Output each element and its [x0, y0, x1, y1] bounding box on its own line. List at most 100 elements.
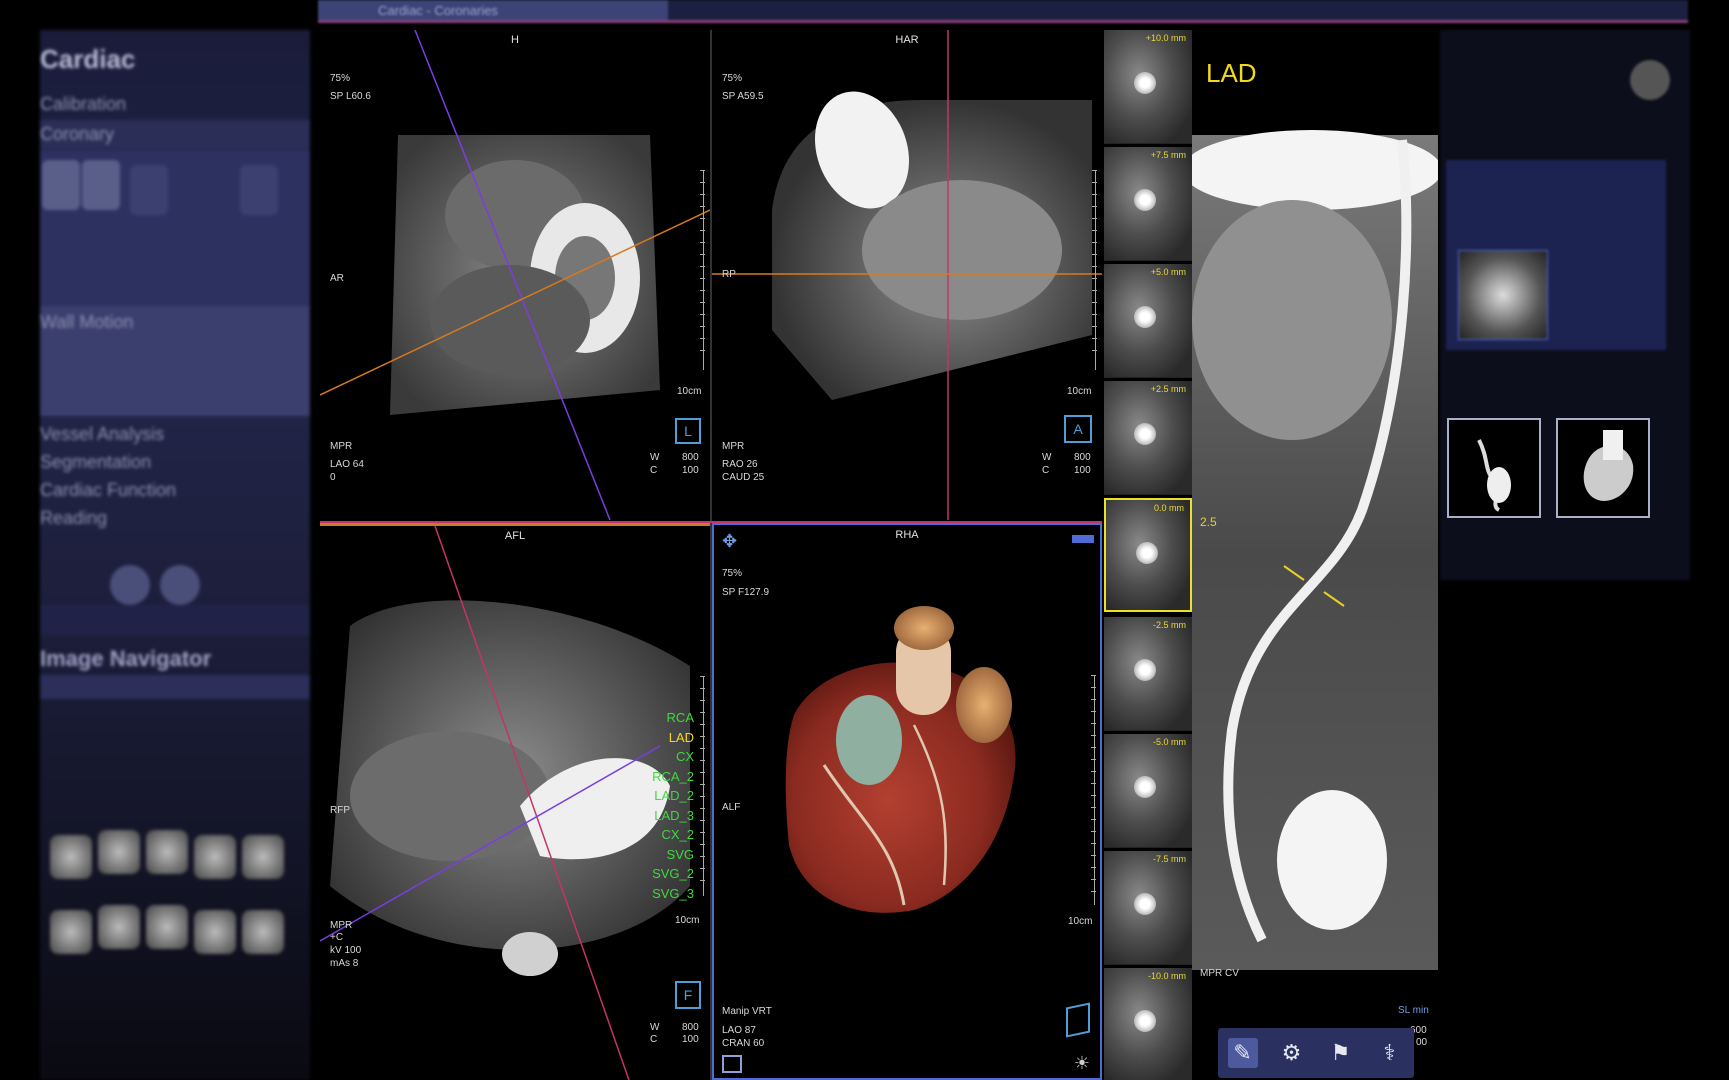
gear-icon[interactable]: ⚙	[1277, 1038, 1307, 1068]
row-coronary[interactable]: Coronary	[40, 120, 310, 149]
viewport-rha[interactable]: ✥ RHA 75% SP F127.9 ALF Manip VRT LAO 87…	[712, 523, 1102, 1080]
cross-section-slice[interactable]: +10.0 mm	[1104, 30, 1192, 144]
nav-thumb-1[interactable]	[50, 835, 92, 879]
rha-3d-render	[785, 606, 1016, 913]
vessel-lad-3[interactable]: LAD_3	[652, 806, 694, 826]
curved-mpr-viewport[interactable]: LAD 2.5 MPR CV SL min 600 00	[1192, 30, 1438, 1080]
vessel-rca[interactable]: RCA	[652, 708, 694, 728]
vessel-svg[interactable]: SVG	[652, 845, 694, 865]
nav-thumb-8[interactable]	[146, 905, 188, 949]
brightness-icon[interactable]: ☀	[1074, 1053, 1090, 1074]
har-angle1: RAO 26	[722, 459, 758, 470]
rha-orientation-left: ALF	[722, 802, 741, 813]
tab-coronaries[interactable]: Cardiac - Coronaries	[318, 0, 668, 22]
h-window-value: 800	[682, 452, 699, 463]
nav-thumb-2[interactable]	[98, 830, 140, 874]
viewport-har[interactable]: HAR 75% SP A59.5 RP MPR RAO 26 CAUD 25 W…	[712, 30, 1102, 520]
layers-icon[interactable]	[722, 1055, 742, 1073]
row-vessel-analysis[interactable]: Vessel Analysis	[40, 420, 310, 449]
rha-angle2: CRAN 60	[722, 1038, 765, 1049]
cross-section-slice[interactable]: -2.5 mm	[1104, 617, 1192, 731]
slice-offset: -2.5 mm	[1152, 620, 1186, 630]
vessel-list: RCA LAD CX RCA_2 LAD_2 LAD_3 CX_2 SVG SV…	[652, 708, 694, 903]
orientation-cube-icon[interactable]: L	[675, 418, 701, 444]
slice-offset: 0.0 mm	[1153, 503, 1184, 513]
row-reading[interactable]: Reading	[40, 504, 310, 533]
tool-tile-1[interactable]	[42, 160, 80, 210]
nav-thumb-9[interactable]	[194, 910, 236, 954]
row-segmentation[interactable]: Segmentation	[40, 448, 310, 477]
cpr-image	[1192, 130, 1438, 970]
measure-icon[interactable]: ✎	[1227, 1038, 1258, 1068]
cross-section-slice[interactable]: -7.5 mm	[1104, 851, 1192, 965]
top-bar: Cardiac - Coronaries	[318, 0, 1688, 23]
har-center-label: C	[1042, 465, 1050, 476]
cpr-vessel-name: LAD	[1206, 58, 1257, 88]
right-panel-preview[interactable]	[1458, 250, 1548, 340]
rha-phase: 75%	[722, 568, 743, 579]
nav-thumb-10[interactable]	[242, 910, 284, 954]
afl-orientation-header: AFL	[504, 530, 526, 542]
media-button[interactable]	[160, 565, 200, 605]
slice-offset: -5.0 mm	[1152, 737, 1186, 747]
heart-thumbnail[interactable]	[1556, 418, 1650, 518]
row-cardiac-function[interactable]: Cardiac Function	[40, 476, 310, 505]
orientation-cube-icon[interactable]: F	[675, 981, 701, 1009]
flag-icon[interactable]: ⚑	[1326, 1038, 1356, 1068]
viewport-separator-horizontal	[320, 521, 1102, 523]
h-mode: MPR	[330, 441, 353, 452]
cross-section-slice[interactable]: +5.0 mm	[1104, 264, 1192, 378]
row-calibration[interactable]: Calibration	[40, 90, 310, 119]
navigator-tabs[interactable]	[40, 675, 310, 699]
nav-thumb-4[interactable]	[194, 835, 236, 879]
har-window-value: 800	[1074, 452, 1091, 463]
row-wall-motion[interactable]: Wall Motion	[40, 308, 310, 337]
cpr-center-value: 00	[1416, 1037, 1428, 1048]
vessel-cx-2[interactable]: CX_2	[652, 825, 694, 845]
cross-section-slice[interactable]: +7.5 mm	[1104, 147, 1192, 261]
heart-thumbnail-image	[1583, 430, 1634, 501]
tool-tile-3[interactable]	[130, 165, 168, 215]
viewport-h[interactable]: H 75% SP L60.6 AR MPR LAO 64 0 W 800 C 1…	[320, 30, 710, 520]
har-image	[712, 30, 1102, 520]
vessel-tool-icon[interactable]: ⚕	[1375, 1038, 1405, 1068]
afl-ruler	[698, 676, 705, 896]
vessel-svg-2[interactable]: SVG_2	[652, 864, 694, 884]
vessel-cx[interactable]: CX	[652, 747, 694, 767]
orientation-cube-icon[interactable]: A	[1064, 415, 1092, 443]
left-panel: Cardiac Calibration Coronary Wall Motion…	[40, 30, 310, 1080]
edit-button[interactable]	[110, 565, 150, 605]
cross-section-slice[interactable]: -5.0 mm	[1104, 734, 1192, 848]
h-orientation-header: H	[511, 34, 519, 46]
slice-offset: +2.5 mm	[1150, 384, 1186, 394]
slice-offset: +10.0 mm	[1145, 33, 1186, 43]
top-divider	[318, 20, 1688, 23]
nav-thumb-3[interactable]	[146, 830, 188, 874]
slice-offset: +5.0 mm	[1150, 267, 1186, 277]
vessel-svg-3[interactable]: SVG_3	[652, 884, 694, 904]
rha-mode: Manip VRT	[722, 1006, 772, 1017]
tool-tile-2[interactable]	[82, 160, 120, 210]
vessel-lad-2[interactable]: LAD_2	[652, 786, 694, 806]
rha-slice-position: SP F127.9	[722, 587, 770, 598]
nav-thumb-6[interactable]	[50, 910, 92, 954]
navigator-band	[40, 605, 310, 635]
cross-section-slice-selected[interactable]: 0.0 mm	[1104, 498, 1192, 612]
vessel-tree-thumbnail[interactable]	[1447, 418, 1541, 518]
afl-orientation-left: RFP	[330, 805, 350, 816]
nav-thumb-7[interactable]	[98, 905, 140, 949]
viewport-afl[interactable]: AFL RFP MPR +C kV 100 mAs 8 W 800 C 100 …	[320, 523, 710, 1080]
cross-section-stack[interactable]: +10.0 mm +7.5 mm +5.0 mm +2.5 mm 0.0 mm …	[1104, 30, 1192, 1080]
tab-label: Cardiac - Coronaries	[378, 3, 498, 18]
vessel-lad[interactable]: LAD	[652, 728, 694, 748]
afl-mas: mAs 8	[330, 958, 359, 969]
vessel-rca-2[interactable]: RCA_2	[652, 767, 694, 787]
cross-section-slice[interactable]: -10.0 mm	[1104, 968, 1192, 1080]
orientation-cube-icon[interactable]	[1066, 1002, 1090, 1038]
cross-section-slice[interactable]: +2.5 mm	[1104, 381, 1192, 495]
settings-icon[interactable]	[1630, 60, 1670, 100]
vessel-tree-image	[1477, 439, 1511, 512]
tool-tile-4[interactable]	[240, 165, 278, 215]
har-phase: 75%	[722, 73, 743, 84]
nav-thumb-5[interactable]	[242, 835, 284, 879]
